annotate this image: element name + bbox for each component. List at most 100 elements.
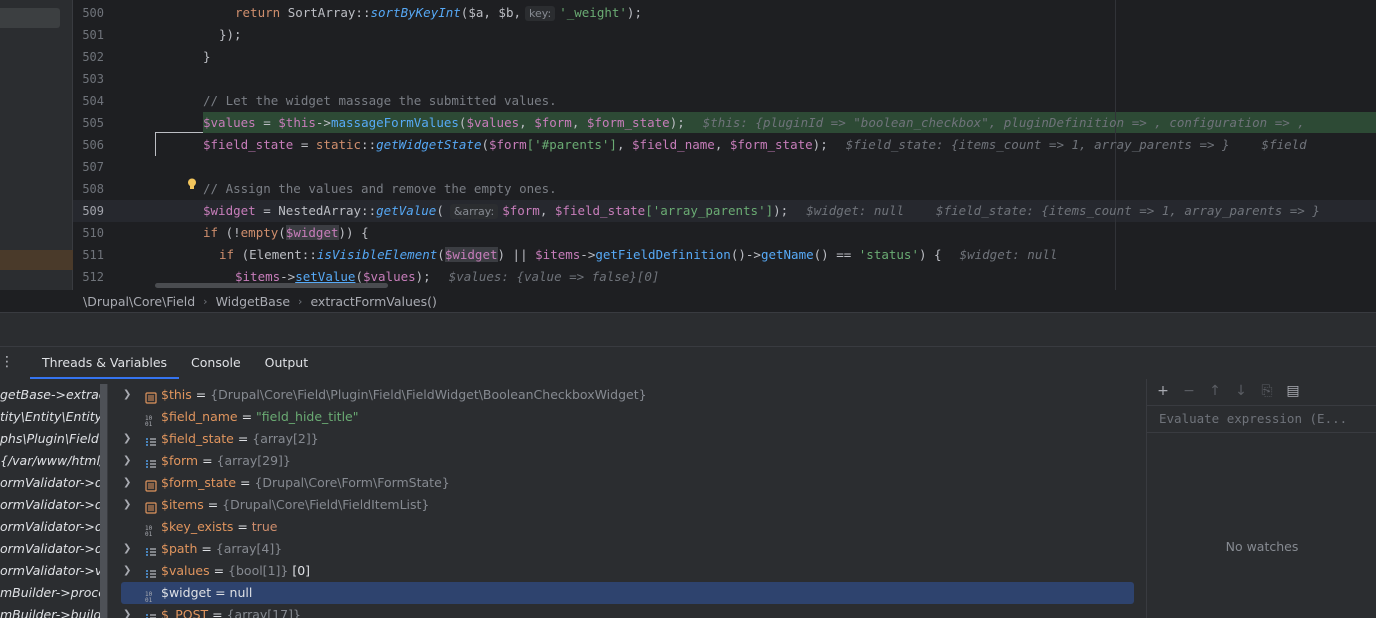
breadcrumb-class[interactable]: WidgetBase	[216, 294, 290, 309]
move-down-icon[interactable]: ↓	[1231, 383, 1251, 399]
line-number[interactable]: 505	[78, 112, 104, 134]
code-line[interactable]: if (Element::isVisibleElement($widget) |…	[219, 244, 1057, 266]
variable-type: {array[29]}	[216, 453, 291, 468]
line-number[interactable]: 508	[78, 178, 104, 200]
line-number[interactable]: 509	[78, 200, 104, 222]
inline-debug-value[interactable]: $field	[1230, 137, 1307, 152]
inline-debug-value[interactable]: $field_state: {items_count => 1, array_p…	[828, 137, 1230, 152]
line-number[interactable]: 510	[78, 222, 104, 244]
equals-sign: =	[237, 409, 257, 424]
code-line[interactable]: });	[219, 24, 242, 46]
code-line[interactable]: $widget = NestedArray::getValue(&array: $…	[203, 200, 1320, 222]
line-number[interactable]: 501	[78, 24, 104, 46]
calculator-icon[interactable]: ▤	[1283, 383, 1303, 399]
chevron-right-icon[interactable]: ❯	[123, 450, 133, 472]
frame-item[interactable]: ormValidator->vali	[0, 560, 107, 582]
frames-scrollbar[interactable]	[100, 384, 107, 618]
frame-item[interactable]: {/var/www/html/	[0, 450, 107, 472]
chevron-right-icon[interactable]: ❯	[123, 494, 133, 516]
breadcrumb-method[interactable]: extractFormValues()	[310, 294, 436, 309]
chevron-right-icon[interactable]: ❯	[123, 472, 133, 494]
variable-row[interactable]: 10 01 $key_exists = true	[110, 516, 1140, 538]
equals-sign: =	[197, 541, 216, 556]
code-line[interactable]: // Let the widget massage the submitted …	[203, 90, 557, 112]
variable-row[interactable]: ❯ $path = {array[4]}	[110, 538, 1140, 560]
variable-row[interactable]: ❯ $values = {bool[1]} [0]	[110, 560, 1140, 582]
code-line[interactable]: if (!empty($widget)) {	[203, 222, 369, 244]
line-number[interactable]: 511	[78, 244, 104, 266]
frame-item[interactable]: mBuilder->buildF	[0, 604, 107, 618]
code-token: (!	[218, 225, 241, 240]
code-token: isVisibleElement	[316, 247, 438, 262]
variable-value: [0]	[288, 563, 311, 578]
chevron-right-icon: ›	[203, 294, 208, 308]
variable-row[interactable]: ❯ $items = {Drupal\Core\Field\FieldItemLi…	[110, 494, 1140, 516]
remove-icon[interactable]: −	[1179, 383, 1199, 399]
frame-item[interactable]: ormValidator->do	[0, 472, 107, 494]
lightbulb-icon[interactable]	[187, 178, 197, 190]
frame-item[interactable]: getBase->extracti	[0, 384, 107, 406]
code-token: 'status'	[858, 247, 919, 262]
more-options-icon[interactable]: ⋮	[0, 347, 30, 379]
variable-row[interactable]: ❯ $_POST = {array[17]}	[110, 604, 1140, 618]
line-number[interactable]: 503	[78, 68, 104, 90]
variable-text: $form = {array[29]}	[161, 450, 291, 472]
line-number[interactable]: 502	[78, 46, 104, 68]
inline-debug-value[interactable]: $widget: null	[942, 247, 1058, 262]
tab-output[interactable]: Output	[253, 347, 320, 379]
project-tree-item[interactable]	[0, 8, 60, 28]
frame-item[interactable]: ormValidator->do	[0, 494, 107, 516]
variable-row[interactable]: ❯ $form_state = {Drupal\Core\Form\FormSta…	[110, 472, 1140, 494]
chevron-right-icon[interactable]: ❯	[123, 604, 133, 618]
inline-debug-value[interactable]: $field_state: {items_count => 1, array_p…	[904, 203, 1320, 218]
variable-row[interactable]: ❯ $this = {Drupal\Core\Field\Plugin\Field…	[110, 384, 1140, 406]
variable-row[interactable]: 10 01 $field_name = "field_hide_title"	[110, 406, 1140, 428]
editor-horizontal-scrollbar[interactable]	[155, 283, 388, 288]
tab-threads-variables[interactable]: Threads & Variables	[30, 347, 180, 379]
line-number[interactable]: 506	[78, 134, 104, 156]
variable-row[interactable]: 10 01 $widget = null	[121, 582, 1134, 604]
chevron-right-icon[interactable]: ❯	[123, 384, 133, 406]
inline-debug-value[interactable]: $values: {value => false}[0]	[431, 269, 660, 284]
variable-row[interactable]: ❯ $field_state = {array[2]}	[110, 428, 1140, 450]
tab-console[interactable]: Console	[179, 347, 253, 379]
frame-item[interactable]: ormValidator->do	[0, 516, 107, 538]
move-up-icon[interactable]: ↑	[1205, 383, 1225, 399]
inline-debug-value[interactable]: $widget: null	[788, 203, 904, 218]
line-number[interactable]: 500	[78, 2, 104, 24]
code-line-execution-point[interactable]: $values = $this->massageFormValues($valu…	[203, 112, 1305, 134]
code-comment: // Let the widget massage the submitted …	[203, 93, 557, 108]
line-number[interactable]: 507	[78, 156, 104, 178]
breadcrumb-namespace[interactable]: \Drupal\Core\Field	[83, 294, 195, 309]
variable-type: {Drupal\Core\Field\FieldItemList}	[222, 497, 430, 512]
frame-item[interactable]: ormValidator->do	[0, 538, 107, 560]
code-token: $widget	[444, 247, 498, 262]
code-token: );	[626, 5, 642, 20]
chevron-right-icon[interactable]: ❯	[123, 428, 133, 450]
line-number[interactable]: 512	[78, 266, 104, 288]
code-line[interactable]: $field_state = static::getWidgetState($f…	[203, 134, 1307, 156]
variable-row[interactable]: ❯ $form = {array[29]}	[110, 450, 1140, 472]
frame-item[interactable]: tity\Entity\EntityFo	[0, 406, 107, 428]
variables-tree[interactable]: ❯ $this = {Drupal\Core\Field\Plugin\Field…	[110, 384, 1146, 618]
variable-text: $field_name = "field_hide_title"	[161, 406, 358, 428]
chevron-right-icon[interactable]: ❯	[123, 538, 133, 560]
chevron-right-icon[interactable]: ❯	[123, 560, 133, 582]
frame-item[interactable]: phs\Plugin\Field\	[0, 428, 107, 450]
line-number[interactable]: 504	[78, 90, 104, 112]
evaluate-expression-input[interactable]: Evaluate expression (E...	[1147, 405, 1376, 433]
code-token: $field_state	[203, 137, 294, 152]
copy-icon[interactable]: ⎘	[1257, 383, 1277, 399]
inline-debug-value[interactable]: $this: {pluginId => "boolean_checkbox", …	[685, 115, 1305, 130]
project-tree-item-highlighted[interactable]	[0, 250, 73, 270]
variable-name: $form	[161, 453, 199, 468]
code-line[interactable]: // Assign the values and remove the empt…	[203, 178, 557, 200]
code-line[interactable]: return SortArray::sortByKeyInt($a, $b, ke…	[235, 2, 642, 24]
frames-list[interactable]: getBase->extracti tity\Entity\EntityFo p…	[0, 384, 108, 618]
svg-text:01: 01	[145, 597, 153, 602]
frame-item[interactable]: mBuilder->proces	[0, 582, 107, 604]
code-token: ($a, $b,	[460, 5, 522, 20]
code-editor[interactable]: 500 501 502 503 504 505 506 507 508 509 …	[0, 0, 1376, 290]
code-line[interactable]: }	[203, 46, 211, 68]
add-icon[interactable]: +	[1153, 383, 1173, 399]
